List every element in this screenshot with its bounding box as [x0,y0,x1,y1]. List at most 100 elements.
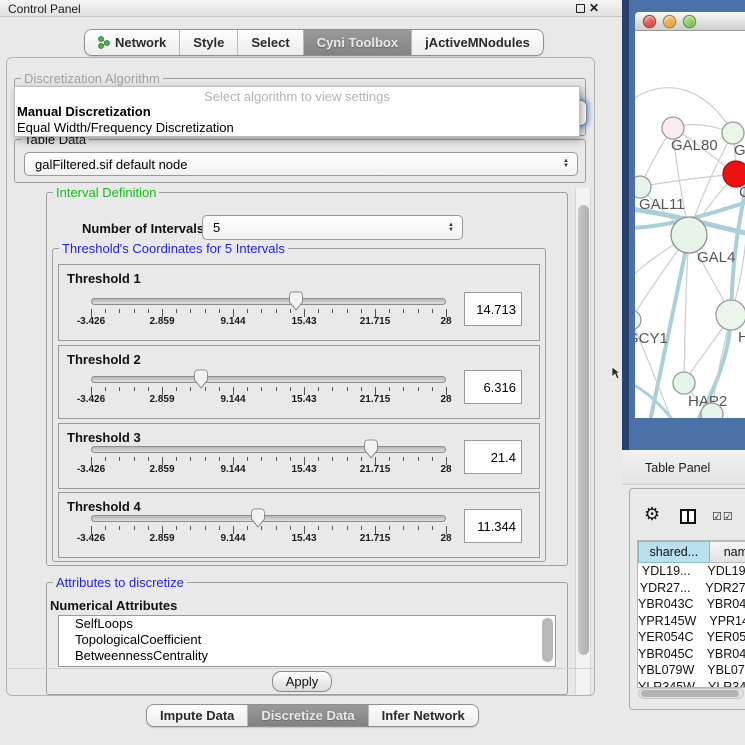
number-of-intervals-label: Number of Intervals [82,221,204,236]
number-of-intervals-value: 5 [203,220,448,235]
minor-tick [105,309,106,313]
tick-label: -3.426 [61,464,121,475]
tab-label: Network [115,35,166,50]
table-row[interactable]: YBR045CYBR045C [638,646,745,663]
network-node-gal4[interactable] [671,217,707,253]
slider-thumb[interactable] [288,291,304,311]
network-node-gal80[interactable] [662,117,684,139]
network-node-ga[interactable] [722,122,744,144]
apply-button[interactable]: Apply [272,671,332,692]
network-node-gal11[interactable] [635,176,651,198]
table-data-combobox[interactable]: galFiltered.sif default node ▲▼ [24,152,578,176]
close-icon[interactable]: ✕ [589,1,599,15]
tick-label: 15.43 [274,394,334,405]
minor-tick [261,309,262,313]
threshold-value-field[interactable]: 14.713 [464,292,522,326]
network-node-gcy1[interactable] [635,310,641,330]
column-header-shared-name[interactable]: shared... [638,541,710,563]
minor-tick [418,387,419,391]
gear-icon[interactable]: ⚙ [644,504,660,525]
table-row[interactable]: YDR27...YDR27... [638,580,745,597]
tick-label: 15.43 [274,464,334,475]
slider-track[interactable] [91,515,446,522]
tab-style[interactable]: Style [180,30,238,55]
cell-name: YDR27... [692,580,745,597]
node-label: H [738,329,745,346]
close-light[interactable] [643,15,656,28]
minor-tick [176,309,177,313]
cell-shared-name: YDR27... [638,580,692,597]
node-table[interactable]: shared... name YDL19...YDL19...YDR27...Y… [637,540,745,688]
minor-tick [389,309,390,313]
table-row[interactable]: YBL079WYBL079W [638,662,745,679]
control-panel-scrollbar-thumb[interactable] [578,205,589,655]
minor-tick [148,526,149,530]
slider-thumb[interactable] [193,369,209,389]
table-row[interactable]: YLR345WYLR345W [638,679,745,689]
slider-track[interactable] [91,376,446,383]
minor-tick [105,457,106,461]
minor-tick [332,309,333,313]
checkbox-checked-icon[interactable]: ☑☑ [712,510,734,523]
tab-impute-data[interactable]: Impute Data [147,705,248,726]
tab-label: Cyni Toolbox [317,35,398,50]
slider-thumb[interactable] [250,508,266,528]
slider-track[interactable] [91,298,446,305]
minor-tick [432,387,433,391]
minor-tick [261,457,262,461]
minor-tick [148,309,149,313]
tab-jactivemnodules[interactable]: jActiveMNodules [412,30,543,55]
minor-tick [148,457,149,461]
network-view-canvas[interactable]: GAL80GACGAL11GAL4GCY1HHAP2 [635,31,745,418]
float-icon[interactable] [576,4,585,13]
tab-select[interactable]: Select [238,30,303,55]
mouse-cursor [611,366,621,380]
network-icon [98,36,110,49]
table-hscrollbar-thumb[interactable] [641,690,739,697]
threshold-value-field[interactable]: 11.344 [464,509,522,543]
network-node-hap2[interactable] [673,372,695,394]
node-label: GAL4 [697,249,735,266]
cell-shared-name: YDL19... [638,563,694,580]
number-of-intervals-combobox[interactable]: 5 ▲▼ [202,215,463,240]
cell-name: YPR145W [696,613,745,630]
minor-tick [247,526,248,530]
tick-label: 9.144 [203,464,263,475]
slider-thumb[interactable] [363,439,379,459]
threshold-value-field[interactable]: 21.4 [464,440,522,474]
attribute-item[interactable]: SelfLoops [59,616,555,632]
algorithm-option-manual-discretization[interactable]: Manual Discretization [15,104,579,120]
table-row[interactable]: YER054CYER054C [638,629,745,646]
tab-cyni-toolbox[interactable]: Cyni Toolbox [304,30,412,55]
algorithm-option-equal-width-frequency-discretization[interactable]: Equal Width/Frequency Discretization [15,120,579,136]
column-header-name[interactable]: name [710,541,745,563]
zoom-light[interactable] [683,15,696,28]
minor-tick [290,387,291,391]
network-node-h[interactable] [716,300,745,330]
table-hscrollbar-track[interactable] [638,688,744,699]
cell-shared-name: YBR045C [638,646,694,663]
minor-tick [119,457,120,461]
cell-name: YBR045C [694,646,745,663]
table-row[interactable]: YDL19...YDL19... [638,563,745,580]
tab-discretize-data[interactable]: Discretize Data [248,705,368,726]
list-scrollbar-thumb[interactable] [542,618,553,662]
attribute-item[interactable]: BetweennessCentrality [59,648,555,664]
tick-label: -3.426 [61,533,121,544]
threshold-label: Threshold 2 [67,352,141,367]
minor-tick [119,526,120,530]
table-row[interactable]: YPR145WYPR145W [638,613,745,630]
slider-track[interactable] [91,446,446,453]
threshold-value-field[interactable]: 6.316 [464,370,522,404]
attribute-item[interactable]: TopologicalCoefficient [59,632,555,648]
tab-infer-network[interactable]: Infer Network [369,705,478,726]
numerical-attributes-list[interactable]: SelfLoopsTopologicalCoefficientBetweenne… [58,615,556,667]
tab-network[interactable]: Network [85,30,180,55]
tick-label: 9.144 [203,316,263,327]
minor-tick [361,387,362,391]
minimize-light[interactable] [663,15,676,28]
table-row[interactable]: YBR043CYBR043C [638,596,745,613]
threshold-panel-3: Threshold 3-3.4262.8599.14415.4321.71528… [58,423,540,489]
split-columns-icon[interactable] [680,509,696,524]
tick-label: 21.715 [345,316,405,327]
